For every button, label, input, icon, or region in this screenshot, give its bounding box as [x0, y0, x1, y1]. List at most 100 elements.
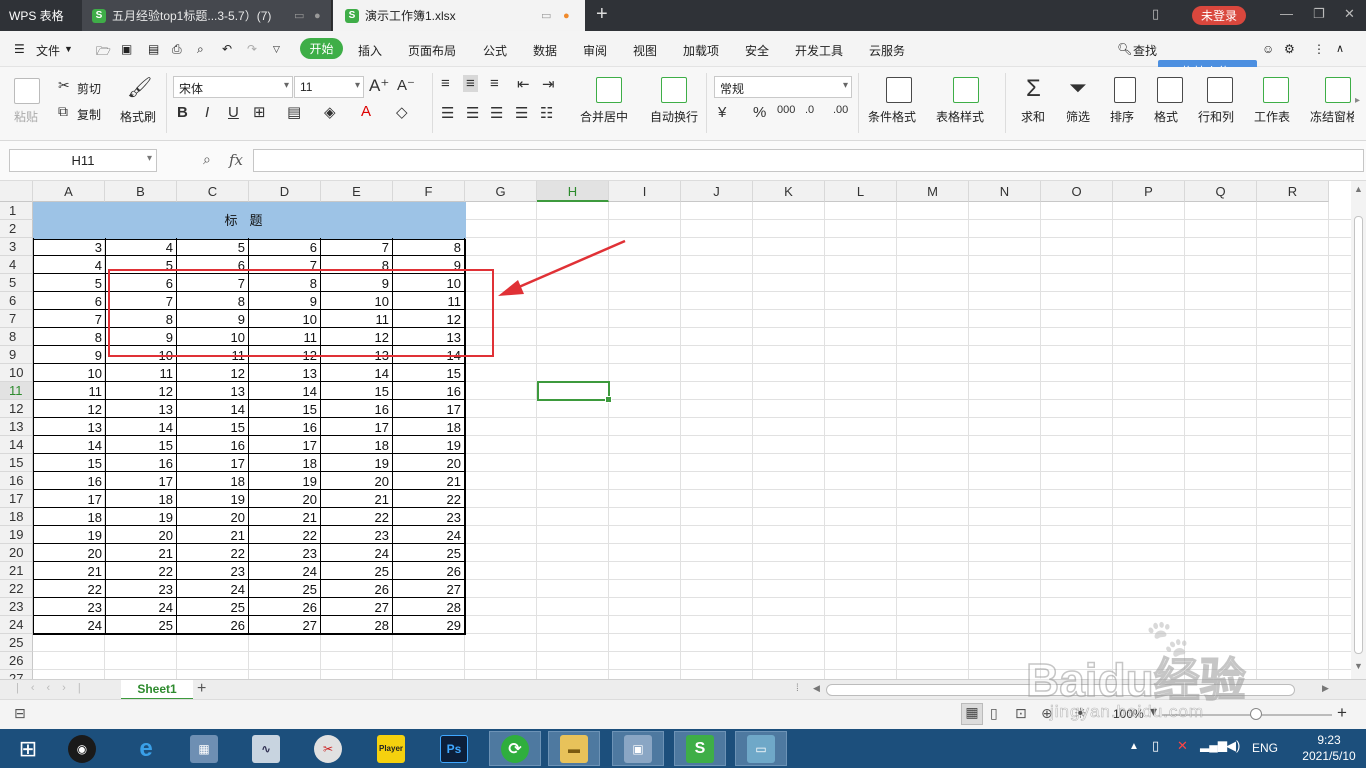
freeze-label[interactable]: 冻结窗格 [1310, 108, 1354, 125]
underline-icon[interactable]: U [228, 104, 239, 121]
cell-b20[interactable]: 21 [105, 544, 177, 562]
title-merged-cell[interactable]: 标题 [33, 202, 466, 239]
restore-icon[interactable]: ❐ [1313, 6, 1325, 22]
column-header-j[interactable]: J [681, 181, 753, 202]
menu-review[interactable]: 审阅 [583, 42, 607, 59]
taskbar-photoshop[interactable]: Ps [428, 731, 480, 766]
search-label[interactable]: 查找 [1133, 42, 1157, 59]
cell-f21[interactable]: 26 [393, 562, 465, 580]
cell-a20[interactable]: 20 [33, 544, 106, 562]
cell-c18[interactable]: 20 [177, 508, 249, 526]
cell-f20[interactable]: 25 [393, 544, 465, 562]
menu-page-layout[interactable]: 页面布局 [408, 42, 456, 59]
column-header-o[interactable]: O [1041, 181, 1113, 202]
increase-font-icon[interactable]: A⁺ [369, 76, 389, 96]
row-header-16[interactable]: 16 [0, 472, 33, 490]
menu-formula[interactable]: 公式 [483, 42, 507, 59]
copy-label[interactable]: 复制 [77, 106, 101, 123]
font-size-select[interactable]: 11 [294, 76, 364, 98]
column-header-l[interactable]: L [825, 181, 897, 202]
cell-e15[interactable]: 19 [321, 454, 393, 472]
network-icon[interactable]: ▂▄▆ [1200, 738, 1227, 752]
select-all-corner[interactable] [0, 181, 33, 202]
cell-b3[interactable]: 4 [105, 238, 177, 256]
cell-a3[interactable]: 3 [33, 238, 106, 256]
cell-e20[interactable]: 24 [321, 544, 393, 562]
row-header-26[interactable]: 26 [0, 652, 33, 670]
cell-e3[interactable]: 7 [321, 238, 393, 256]
paste-icon[interactable] [14, 78, 40, 104]
cell-d3[interactable]: 6 [249, 238, 321, 256]
merge-center-icon[interactable] [596, 77, 622, 103]
start-button[interactable]: ⊞ [2, 731, 54, 766]
wrap-text-label[interactable]: 自动换行 [650, 108, 698, 125]
menu-insert[interactable]: 插入 [358, 42, 382, 59]
column-header-p[interactable]: P [1113, 181, 1185, 202]
unsaved-dot-icon[interactable]: ● [563, 10, 570, 22]
reading-view-icon[interactable]: ⊕ [1041, 705, 1053, 722]
align-middle-icon[interactable]: ≡ [463, 75, 478, 92]
smile-icon[interactable]: ☺ [1262, 42, 1274, 56]
row-col-label[interactable]: 行和列 [1198, 108, 1234, 125]
taskbar-wps-sheets[interactable]: S [674, 731, 726, 766]
cell-c21[interactable]: 23 [177, 562, 249, 580]
zoom-slider-track[interactable] [1162, 714, 1332, 716]
cell-a15[interactable]: 15 [33, 454, 106, 472]
row-header-27[interactable]: 27 [0, 670, 33, 679]
cell-c13[interactable]: 15 [177, 418, 249, 436]
cell-c23[interactable]: 25 [177, 598, 249, 616]
search-icon[interactable]: 🔍︎ [1117, 42, 1132, 56]
conditional-format-label[interactable]: 条件格式 [868, 108, 916, 125]
table-style-label[interactable]: 表格样式 [936, 108, 984, 125]
cell-e16[interactable]: 20 [321, 472, 393, 490]
cell-e19[interactable]: 23 [321, 526, 393, 544]
cell-c3[interactable]: 5 [177, 238, 249, 256]
cell-d15[interactable]: 18 [249, 454, 321, 472]
row-header-3[interactable]: 3 [0, 238, 33, 256]
border-icon[interactable]: ⊞ [253, 103, 266, 121]
merge-center-label[interactable]: 合并居中 [580, 108, 628, 125]
language-indicator[interactable]: ENG [1252, 741, 1278, 755]
tray-expand-icon[interactable]: ▲ [1129, 741, 1139, 752]
copy-icon[interactable]: ⧉ [58, 103, 68, 120]
cell-e12[interactable]: 16 [321, 400, 393, 418]
taskbar-audio-app[interactable]: ◉ [56, 731, 108, 766]
cell-d22[interactable]: 25 [249, 580, 321, 598]
menu-view[interactable]: 视图 [633, 42, 657, 59]
print-icon[interactable]: ⎙ [172, 42, 182, 57]
cell-f15[interactable]: 20 [393, 454, 465, 472]
split-handle-icon[interactable]: ⁞ [796, 683, 799, 694]
cell-b19[interactable]: 20 [105, 526, 177, 544]
scroll-right-icon[interactable]: ▶ [1322, 683, 1329, 694]
column-header-k[interactable]: K [753, 181, 825, 202]
number-format-select[interactable]: 常规 [714, 76, 852, 98]
taskbar-snipping[interactable]: ✂ [302, 731, 354, 766]
zoom-level[interactable]: 100% [1113, 707, 1144, 721]
cell-c15[interactable]: 17 [177, 454, 249, 472]
zoom-dropdown-icon[interactable]: ▾ [1150, 703, 1157, 720]
italic-icon[interactable]: I [205, 104, 209, 121]
cell-e22[interactable]: 26 [321, 580, 393, 598]
cell-f17[interactable]: 22 [393, 490, 465, 508]
scissors-icon[interactable]: ✂ [58, 77, 70, 94]
cell-c14[interactable]: 16 [177, 436, 249, 454]
cell-f12[interactable]: 17 [393, 400, 465, 418]
cell-b10[interactable]: 11 [105, 364, 177, 382]
cell-c22[interactable]: 24 [177, 580, 249, 598]
row-header-7[interactable]: 7 [0, 310, 33, 328]
align-top-icon[interactable]: ≡ [441, 75, 450, 92]
cell-a6[interactable]: 6 [33, 292, 106, 310]
indent-decrease-icon[interactable]: ⇤ [517, 75, 530, 93]
cell-f19[interactable]: 24 [393, 526, 465, 544]
tab-wps-home[interactable]: WPS 表格 [0, 0, 82, 31]
undo-icon[interactable]: ↶ [222, 42, 232, 56]
cell-f10[interactable]: 15 [393, 364, 465, 382]
align-center-icon[interactable]: ☰ [466, 104, 479, 122]
new-tab-plus-icon[interactable]: + [596, 3, 608, 26]
cell-c12[interactable]: 14 [177, 400, 249, 418]
format-painter-label[interactable]: 格式刷 [120, 108, 156, 125]
cell-a4[interactable]: 4 [33, 256, 106, 274]
column-header-d[interactable]: D [249, 181, 321, 202]
menu-addins[interactable]: 加载项 [683, 42, 719, 59]
name-box[interactable]: H11 [9, 149, 157, 172]
